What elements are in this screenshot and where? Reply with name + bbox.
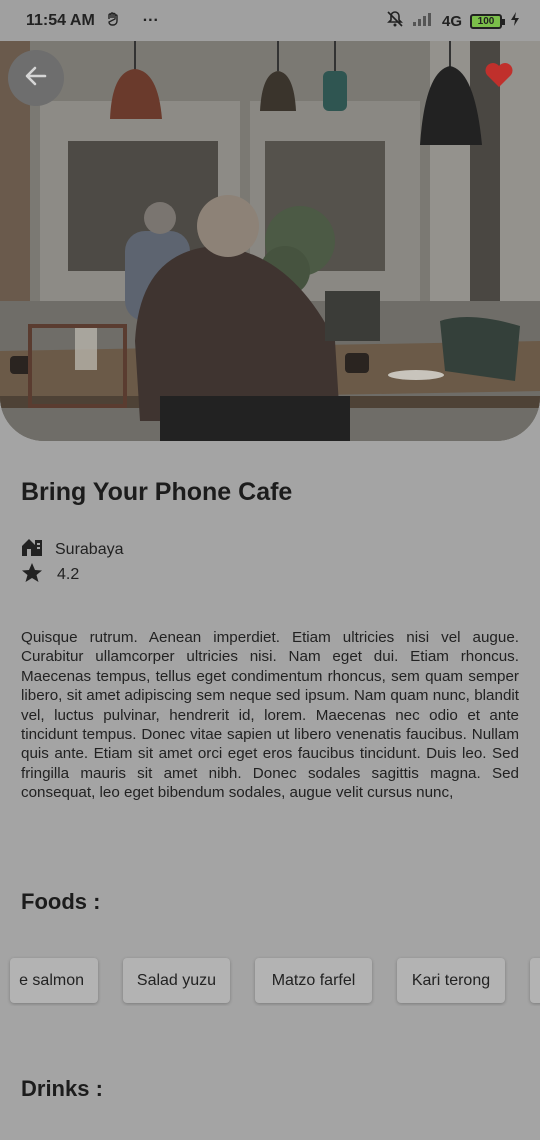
food-chip-label: Salad yuzu — [136, 971, 217, 989]
cafe-hero-image — [0, 41, 540, 441]
page-title: Bring Your Phone Cafe — [21, 478, 293, 506]
network-label: 4G — [441, 12, 462, 30]
battery-icon: 100 — [470, 13, 505, 29]
status-bar: 11:54 AM ··· 4G 100 — [0, 0, 540, 42]
status-time: 11:54 AM — [26, 12, 95, 29]
food-chip-label: Kari terong — [411, 971, 491, 989]
back-button[interactable] — [8, 50, 64, 106]
star-icon — [21, 562, 43, 588]
food-chip[interactable]: e salmon — [10, 958, 98, 1003]
location-label: Surabaya — [55, 540, 124, 558]
hand-icon — [105, 11, 121, 32]
favorite-button[interactable] — [480, 60, 518, 94]
food-chip-label: e salmon — [19, 971, 84, 989]
more-icon: ··· — [142, 12, 159, 29]
charging-icon — [510, 11, 520, 31]
location-building-icon — [21, 537, 43, 562]
drinks-heading: Drinks : — [21, 1076, 103, 1101]
food-chip[interactable] — [530, 958, 540, 1003]
muted-bell-icon — [386, 10, 404, 32]
food-chip[interactable]: Kari terong — [397, 958, 505, 1003]
signal-icon — [412, 11, 434, 31]
food-chip[interactable]: Salad yuzu — [123, 958, 230, 1003]
cafe-photo — [0, 41, 540, 441]
foods-heading: Foods : — [21, 889, 101, 914]
rating-row: 4.2 — [21, 562, 79, 588]
rating-value: 4.2 — [57, 566, 80, 583]
food-chip-label: Matzo farfel — [271, 971, 356, 989]
food-chip[interactable]: Matzo farfel — [255, 958, 372, 1003]
location-row: Surabaya — [21, 537, 124, 562]
battery-level: 100 — [477, 15, 495, 27]
heart-icon — [484, 61, 514, 94]
arrow-left-icon — [23, 63, 49, 94]
description-text: Quisque rutrum. Aenean imperdiet. Etiam … — [21, 629, 519, 802]
foods-list[interactable]: e salmon Salad yuzu Matzo farfel Kari te… — [0, 956, 540, 1006]
